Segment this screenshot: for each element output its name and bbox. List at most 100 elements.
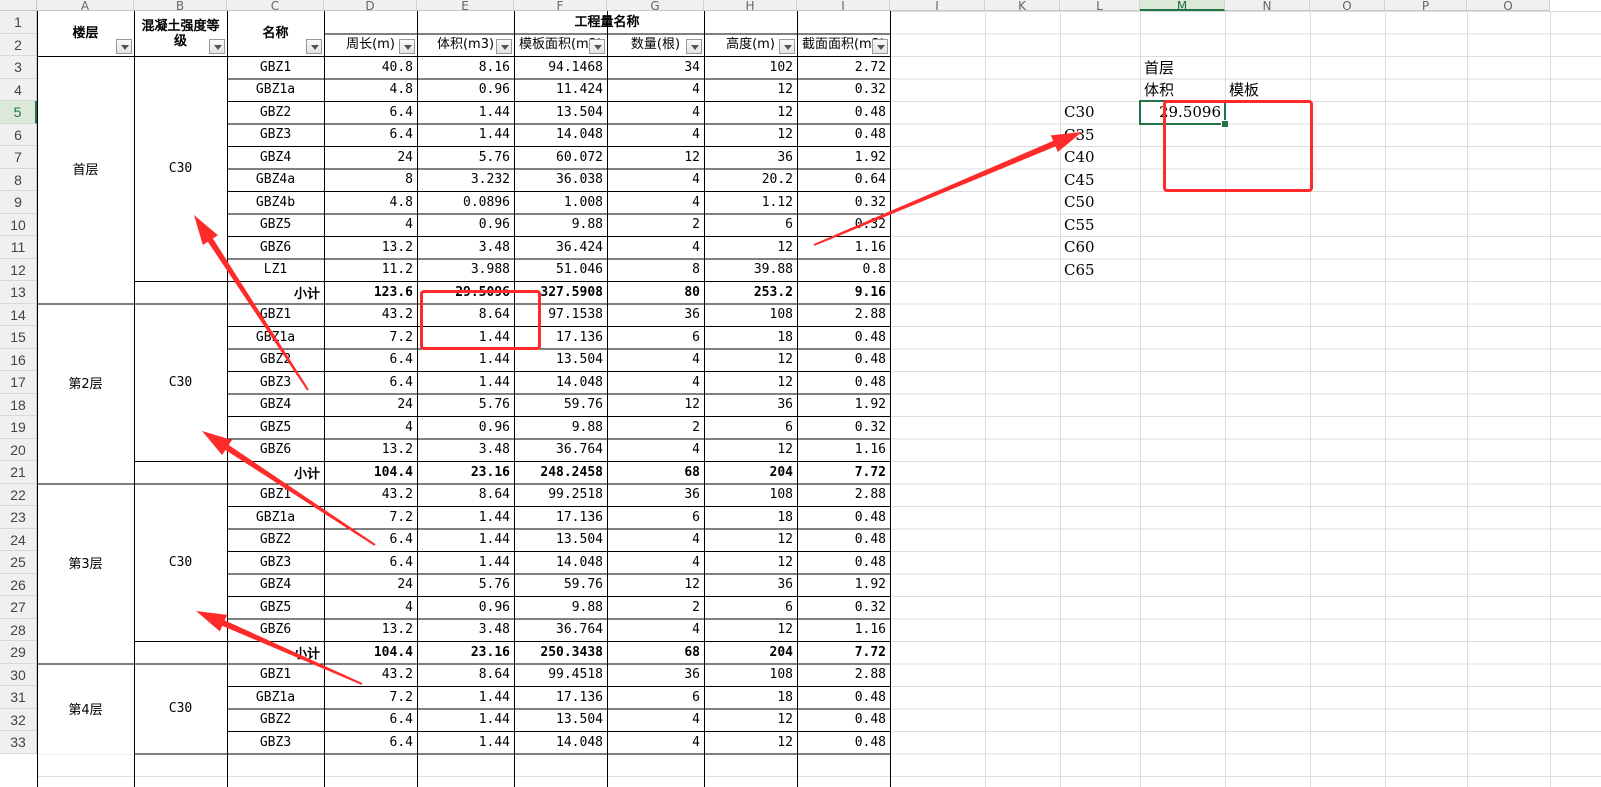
subtotal-value-cell[interactable]: 29.5096 (417, 281, 514, 304)
subtotal-value-cell[interactable]: 23.16 (417, 641, 514, 664)
value-cell[interactable]: 13.504 (514, 101, 607, 124)
value-cell[interactable]: 12 (704, 348, 797, 371)
column-header-d[interactable]: D (324, 0, 417, 11)
subtotal-label[interactable]: 小计 (134, 281, 324, 304)
value-cell[interactable]: 36 (704, 573, 797, 596)
grade-list-item[interactable]: C40 (1060, 146, 1140, 169)
row-header-21[interactable]: 21 (0, 461, 37, 484)
row-header-8[interactable]: 8 (0, 168, 37, 191)
grade-list-item[interactable]: C45 (1060, 169, 1140, 192)
filter-dropdown-icon[interactable] (306, 39, 322, 54)
value-cell[interactable]: 1.92 (797, 146, 890, 169)
row-header-13[interactable]: 13 (0, 281, 37, 304)
value-cell[interactable]: 4 (607, 731, 704, 754)
value-cell[interactable]: 9.88 (514, 596, 607, 619)
value-cell[interactable]: 8.64 (417, 303, 514, 326)
component-name-cell[interactable]: GBZ1 (227, 483, 324, 506)
component-name-cell[interactable]: GBZ1 (227, 663, 324, 686)
component-name-cell[interactable]: GBZ1a (227, 78, 324, 101)
value-cell[interactable]: 60.072 (514, 146, 607, 169)
value-cell[interactable]: 36.764 (514, 438, 607, 461)
value-cell[interactable]: 12 (704, 618, 797, 641)
row-header-1[interactable]: 1 (0, 11, 37, 34)
value-cell[interactable]: 2 (607, 213, 704, 236)
column-header-i[interactable]: I (797, 0, 890, 11)
value-cell[interactable]: 8.64 (417, 663, 514, 686)
value-cell[interactable]: 39.88 (704, 258, 797, 281)
value-cell[interactable]: 34 (607, 56, 704, 79)
value-cell[interactable]: 3.48 (417, 438, 514, 461)
row-header-6[interactable]: 6 (0, 123, 37, 146)
value-cell[interactable]: 6 (704, 213, 797, 236)
value-cell[interactable]: 13.504 (514, 528, 607, 551)
value-cell[interactable]: 12 (704, 236, 797, 259)
subtotal-floor-blank[interactable] (37, 461, 134, 484)
value-cell[interactable]: 1.16 (797, 618, 890, 641)
value-cell[interactable]: 6 (607, 506, 704, 529)
subtotal-value-cell[interactable]: 123.6 (324, 281, 417, 304)
side-volume-label[interactable]: 体积 (1140, 79, 1225, 102)
value-cell[interactable]: 0.96 (417, 78, 514, 101)
component-name-cell[interactable]: GBZ2 (227, 708, 324, 731)
value-cell[interactable]: 2.88 (797, 483, 890, 506)
subtotal-value-cell[interactable]: 327.5908 (514, 281, 607, 304)
component-name-cell[interactable]: GBZ2 (227, 348, 324, 371)
row-header-20[interactable]: 20 (0, 438, 37, 461)
value-cell[interactable]: 12 (704, 438, 797, 461)
subtotal-value-cell[interactable]: 204 (704, 461, 797, 484)
value-cell[interactable]: 14.048 (514, 371, 607, 394)
value-cell[interactable]: 4 (607, 348, 704, 371)
value-cell[interactable]: 0.48 (797, 101, 890, 124)
value-cell[interactable]: 108 (704, 303, 797, 326)
column-header-g[interactable]: G (607, 0, 704, 11)
row-header-16[interactable]: 16 (0, 348, 37, 371)
row-header-11[interactable]: 11 (0, 236, 37, 259)
value-cell[interactable]: 0.48 (797, 348, 890, 371)
row-header-27[interactable]: 27 (0, 596, 37, 619)
value-cell[interactable]: 4 (607, 438, 704, 461)
value-cell[interactable]: 3.988 (417, 258, 514, 281)
side-formwork-label[interactable]: 模板 (1225, 79, 1310, 102)
subtotal-value-cell[interactable]: 7.72 (797, 461, 890, 484)
component-name-cell[interactable]: GBZ3 (227, 371, 324, 394)
value-cell[interactable]: 8 (607, 258, 704, 281)
value-cell[interactable]: 36.764 (514, 618, 607, 641)
component-name-cell[interactable]: GBZ3 (227, 123, 324, 146)
row-header-9[interactable]: 9 (0, 191, 37, 214)
value-cell[interactable]: 43.2 (324, 303, 417, 326)
value-cell[interactable]: 5.76 (417, 393, 514, 416)
select-all-corner[interactable] (0, 0, 37, 11)
value-cell[interactable]: 36.038 (514, 168, 607, 191)
grade-list-item[interactable]: C55 (1060, 214, 1140, 237)
value-cell[interactable]: 18 (704, 506, 797, 529)
value-cell[interactable]: 20.2 (704, 168, 797, 191)
value-cell[interactable]: 13.2 (324, 236, 417, 259)
value-cell[interactable]: 1.44 (417, 708, 514, 731)
value-cell[interactable]: 59.76 (514, 393, 607, 416)
row-header-4[interactable]: 4 (0, 78, 37, 101)
grade-list-item[interactable]: C35 (1060, 124, 1140, 147)
component-name-cell[interactable]: GBZ5 (227, 596, 324, 619)
component-name-cell[interactable]: GBZ2 (227, 101, 324, 124)
value-cell[interactable]: 0.96 (417, 213, 514, 236)
row-header-5[interactable]: 5 (0, 101, 37, 124)
column-header-f[interactable]: F (514, 0, 607, 11)
row-header-2[interactable]: 2 (0, 33, 37, 56)
value-cell[interactable]: 97.1538 (514, 303, 607, 326)
column-header-p[interactable]: P (1385, 0, 1467, 11)
value-cell[interactable]: 102 (704, 56, 797, 79)
value-cell[interactable]: 13.504 (514, 708, 607, 731)
component-name-cell[interactable]: GBZ1 (227, 56, 324, 79)
column-header-a[interactable]: A (37, 0, 134, 11)
row-header-33[interactable]: 33 (0, 731, 37, 754)
value-cell[interactable]: 12 (704, 123, 797, 146)
row-header-24[interactable]: 24 (0, 528, 37, 551)
filter-dropdown-icon[interactable] (589, 39, 605, 54)
value-cell[interactable]: 17.136 (514, 506, 607, 529)
component-name-cell[interactable]: GBZ1a (227, 506, 324, 529)
value-cell[interactable]: 7.2 (324, 686, 417, 709)
subtotal-value-cell[interactable]: 248.2458 (514, 461, 607, 484)
value-cell[interactable]: 0.48 (797, 123, 890, 146)
row-header-30[interactable]: 30 (0, 663, 37, 686)
column-header-q[interactable]: Q (1467, 0, 1550, 11)
